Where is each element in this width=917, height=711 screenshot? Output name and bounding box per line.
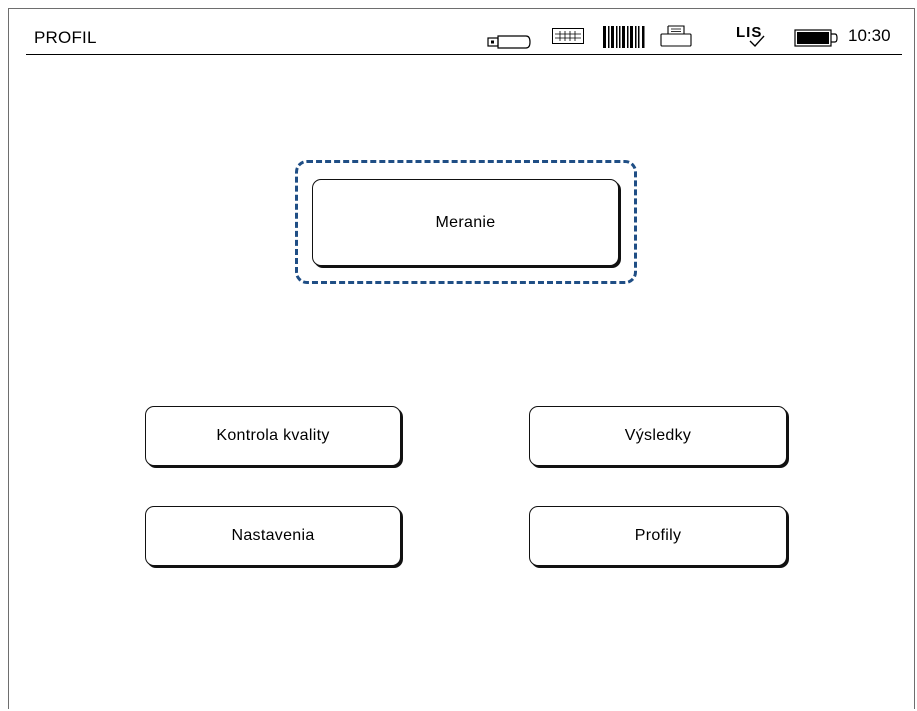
barcode-icon xyxy=(603,26,645,48)
profiles-button[interactable]: Profily xyxy=(529,506,787,566)
clock-time: 10:30 xyxy=(848,26,891,45)
keyboard-icon xyxy=(552,28,584,44)
page-title: PROFIL xyxy=(34,28,97,47)
header-divider xyxy=(26,54,902,55)
measurement-button[interactable]: Meranie xyxy=(312,179,619,266)
quality-control-button[interactable]: Kontrola kvality xyxy=(145,406,401,466)
lis-connected-icon xyxy=(749,35,765,48)
usb-icon xyxy=(487,35,531,49)
results-button[interactable]: Výsledky xyxy=(529,406,787,466)
device-screen-frame xyxy=(8,8,915,709)
battery-icon xyxy=(794,29,838,47)
status-bar: PROFIL LIS 10:30 xyxy=(26,22,901,56)
settings-button[interactable]: Nastavenia xyxy=(145,506,401,566)
printer-icon xyxy=(660,25,692,47)
